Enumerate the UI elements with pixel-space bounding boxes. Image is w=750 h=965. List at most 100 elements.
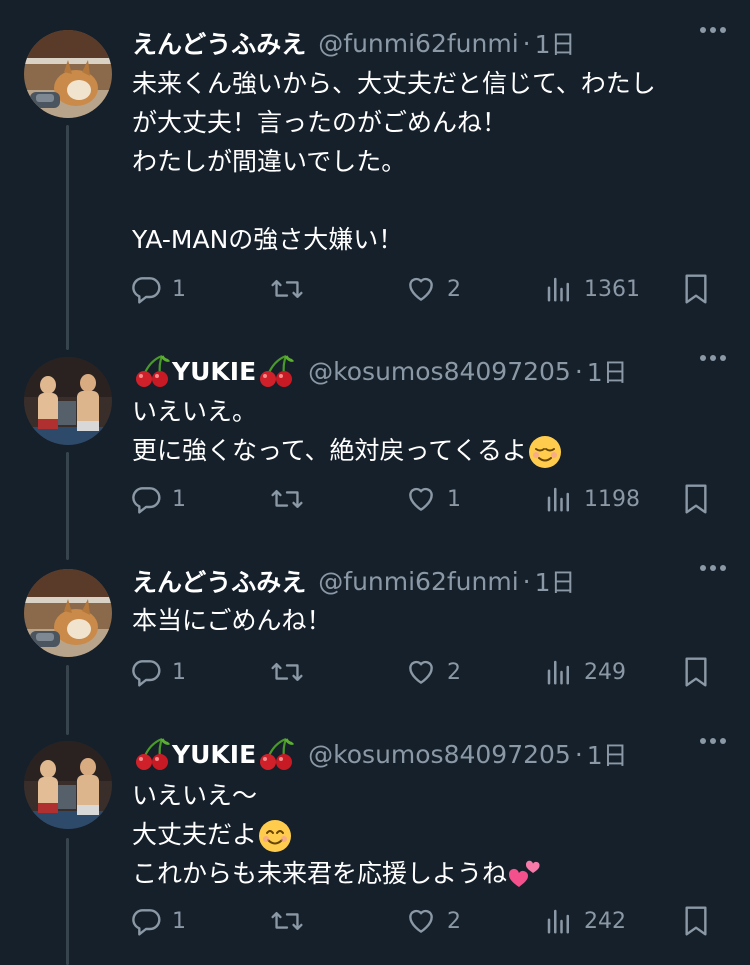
reply-icon xyxy=(132,277,161,304)
more-icon[interactable] xyxy=(700,355,726,361)
reply-thread: えんどうふみえ @funmi62funmi · 1日 未来くん強いから、大丈夫だ… xyxy=(0,0,750,965)
reply-button[interactable]: 1 xyxy=(130,269,186,309)
action-bar: 1 2 242 xyxy=(130,901,720,941)
bookmark-icon xyxy=(685,657,707,687)
views-button[interactable]: 242 xyxy=(544,901,626,941)
separator-dot: · xyxy=(522,566,531,596)
tweet-text-line: 未来くん強いから、大丈夫だと信じて、わたし xyxy=(132,69,656,98)
timestamp[interactable]: 1日 xyxy=(535,563,576,599)
tweet-text: 未来くん強いから、大丈夫だと信じて、わたし が大丈夫！言ったのがごめんね！ わた… xyxy=(132,64,730,259)
tweet[interactable]: YUKIE @kosumos84097205 · 1日 いえいえ〜 大丈夫だよ … xyxy=(0,730,750,965)
tweet[interactable]: えんどうふみえ @funmi62funmi · 1日 本当にごめんね！ 1 2 xyxy=(0,555,750,730)
retweet-button[interactable] xyxy=(270,652,314,692)
like-count: 2 xyxy=(447,908,461,934)
retweet-icon xyxy=(271,279,303,299)
reply-button[interactable]: 1 xyxy=(130,479,186,519)
avatar-yukie[interactable] xyxy=(24,357,112,445)
retweet-button[interactable] xyxy=(270,269,314,309)
avatar-yukie[interactable] xyxy=(24,741,112,829)
tweet-text-line: が大丈夫！言ったのがごめんね！ xyxy=(132,108,508,137)
tweet-header: YUKIE @kosumos84097205 · 1日 xyxy=(132,351,726,391)
retweet-icon xyxy=(271,662,303,682)
reply-button[interactable]: 1 xyxy=(130,901,186,941)
user-handle[interactable]: @funmi62funmi xyxy=(318,567,518,596)
avatar-funmi[interactable] xyxy=(24,569,112,657)
reply-button[interactable]: 1 xyxy=(130,652,186,692)
tweet-header: えんどうふみえ @funmi62funmi · 1日 xyxy=(132,23,726,63)
views-icon xyxy=(547,660,569,685)
display-name-wrap[interactable]: YUKIE xyxy=(132,736,296,772)
tweet-text: いえいえ。 更に強くなって、絶対戻ってくるよ xyxy=(132,392,730,470)
retweet-button[interactable] xyxy=(270,479,314,519)
views-button[interactable]: 249 xyxy=(544,652,626,692)
separator-dot: · xyxy=(522,28,531,58)
heart-icon xyxy=(409,487,433,511)
tweet[interactable]: えんどうふみえ @funmi62funmi · 1日 未来くん強いから、大丈夫だ… xyxy=(0,0,750,340)
views-count: 1361 xyxy=(584,276,640,302)
heart-icon xyxy=(409,909,433,933)
tweet-text-line: 更に強くなって、絶対戻ってくるよ xyxy=(132,436,528,465)
user-handle[interactable]: @kosumos84097205 xyxy=(308,740,571,769)
tweet-text-line: 大丈夫だよ xyxy=(132,820,258,849)
views-button[interactable]: 1198 xyxy=(544,479,640,519)
reply-icon xyxy=(132,660,161,687)
reply-count: 1 xyxy=(172,276,186,302)
cherries-emoji xyxy=(260,354,295,387)
tweet[interactable]: YUKIE @kosumos84097205 · 1日 いえいえ。 更に強くなっ… xyxy=(0,340,750,555)
retweet-icon xyxy=(271,911,303,931)
like-button[interactable]: 1 xyxy=(405,479,461,519)
display-name-wrap[interactable]: YUKIE xyxy=(132,353,296,389)
action-bar: 1 2 1361 xyxy=(130,269,720,309)
user-handle[interactable]: @funmi62funmi xyxy=(318,29,518,58)
views-button[interactable]: 1361 xyxy=(544,269,640,309)
tweet-text-line: YA-MANの強さ大嫌い！ xyxy=(132,225,404,254)
avatar-funmi[interactable] xyxy=(24,30,112,118)
two-hearts-emoji xyxy=(508,860,540,887)
reply-count: 1 xyxy=(172,659,186,685)
views-icon xyxy=(547,277,569,302)
tweet-header: YUKIE @kosumos84097205 · 1日 xyxy=(132,734,726,774)
reply-count: 1 xyxy=(172,908,186,934)
like-button[interactable]: 2 xyxy=(405,652,461,692)
bookmark-button[interactable] xyxy=(682,901,710,941)
like-count: 2 xyxy=(447,276,461,302)
bookmark-button[interactable] xyxy=(682,479,710,519)
tweet-text: いえいえ〜 大丈夫だよ これからも未来君を応援しようね xyxy=(132,776,730,893)
reply-count: 1 xyxy=(172,486,186,512)
like-button[interactable]: 2 xyxy=(405,269,461,309)
more-icon[interactable] xyxy=(700,738,726,744)
timestamp[interactable]: 1日 xyxy=(535,25,576,61)
display-name[interactable]: えんどうふみえ xyxy=(132,25,306,61)
views-icon xyxy=(547,487,569,512)
bookmark-icon xyxy=(685,274,707,304)
views-count: 249 xyxy=(584,659,626,685)
heart-icon xyxy=(409,660,433,684)
retweet-button[interactable] xyxy=(270,901,314,941)
more-icon[interactable] xyxy=(700,565,726,571)
like-count: 1 xyxy=(447,486,461,512)
action-bar: 1 2 249 xyxy=(130,652,720,692)
views-count: 242 xyxy=(584,908,626,934)
separator-dot: · xyxy=(574,356,583,386)
tweet-text-line: これからも未来君を応援しようね xyxy=(132,859,508,888)
like-button[interactable]: 2 xyxy=(405,901,461,941)
timestamp[interactable]: 1日 xyxy=(587,353,628,389)
tweet-text-line: わたしが間違いでした。 xyxy=(132,147,407,176)
like-count: 2 xyxy=(447,659,461,685)
views-count: 1198 xyxy=(584,486,640,512)
cherries-emoji xyxy=(260,737,295,770)
bookmark-button[interactable] xyxy=(682,652,710,692)
user-handle[interactable]: @kosumos84097205 xyxy=(308,357,571,386)
cherries-emoji xyxy=(136,737,170,770)
reply-icon xyxy=(132,909,161,936)
more-icon[interactable] xyxy=(700,27,726,33)
relieved-face-emoji xyxy=(529,436,562,468)
display-name: YUKIE xyxy=(172,356,257,386)
tweet-text-line-wrap: 更に強くなって、絶対戻ってくるよ xyxy=(132,431,730,470)
tweet-text: 本当にごめんね！ xyxy=(132,601,730,640)
timestamp[interactable]: 1日 xyxy=(587,736,628,772)
display-name[interactable]: えんどうふみえ xyxy=(132,563,306,599)
action-bar: 1 1 1198 xyxy=(130,479,720,519)
bookmark-icon xyxy=(685,906,707,936)
bookmark-button[interactable] xyxy=(682,269,710,309)
